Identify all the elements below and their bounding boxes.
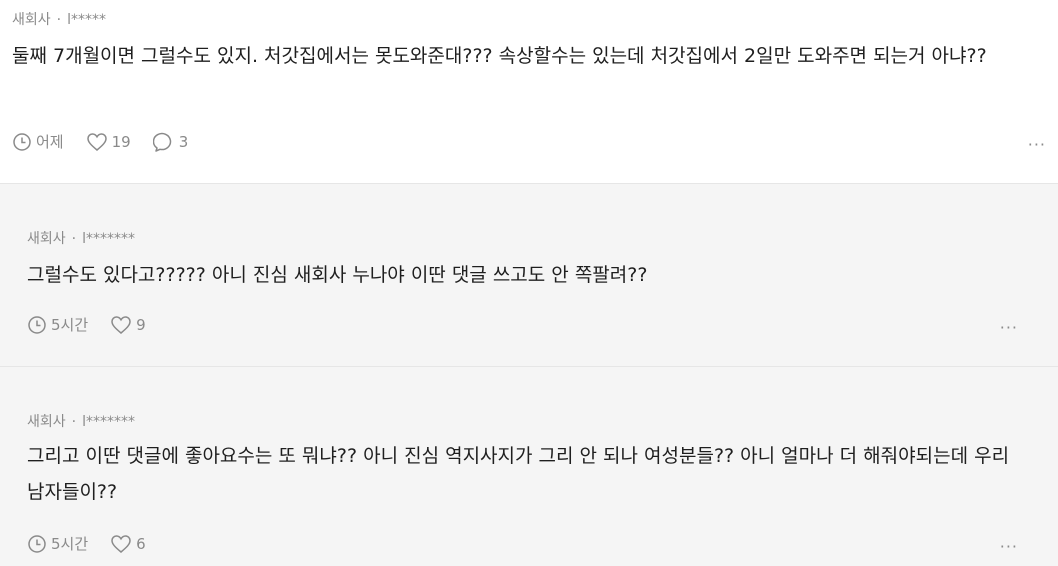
comment-text: 그럴수도 있다고????? 아니 진심 새회사 누나야 이딴 댓글 쓰고도 안 … bbox=[27, 264, 648, 286]
timestamp: 어제 bbox=[12, 131, 64, 152]
comment-item: 새회사 · l******* 그럴수도 있다고????? 아니 진심 새회사 누나야… bbox=[0, 183, 1058, 366]
reply-button[interactable]: 3 bbox=[152, 132, 189, 152]
like-button[interactable]: 19 bbox=[86, 132, 131, 152]
reply-count: 3 bbox=[178, 132, 189, 151]
time-label: 5시간 bbox=[51, 316, 89, 334]
like-button[interactable]: 6 bbox=[110, 534, 146, 554]
author-handle: l******* bbox=[82, 414, 135, 430]
comment-text: 둘째 7개월이면 그럴수도 있지. 처갓집에서는 못도와준대??? 속상할수는 … bbox=[12, 45, 987, 67]
comment-meta: 새회사 · l******* bbox=[27, 411, 135, 431]
comment-actions: 5시간 6 bbox=[27, 533, 168, 554]
author-handle: l***** bbox=[67, 12, 106, 28]
timestamp: 5시간 bbox=[27, 314, 88, 335]
more-options-button[interactable]: ··· bbox=[1000, 537, 1018, 556]
comment-actions: 5시간 9 bbox=[27, 314, 168, 335]
author-name[interactable]: 새회사 bbox=[27, 414, 66, 430]
heart-icon bbox=[111, 534, 131, 553]
author-name[interactable]: 새회사 bbox=[12, 12, 51, 28]
author-name[interactable]: 새회사 bbox=[27, 231, 66, 247]
clock-icon bbox=[13, 132, 31, 151]
time-label: 어제 bbox=[36, 133, 64, 151]
speech-bubble-icon bbox=[152, 132, 171, 152]
timestamp: 5시간 bbox=[27, 533, 88, 554]
meta-separator: · bbox=[71, 231, 77, 247]
clock-icon bbox=[28, 315, 46, 334]
comment-item: 새회사 · l***** 둘째 7개월이면 그럴수도 있지. 처갓집에서는 못도와준… bbox=[0, 0, 1058, 183]
heart-icon bbox=[111, 315, 131, 334]
more-options-button[interactable]: ··· bbox=[1000, 318, 1018, 337]
comment-meta: 새회사 · l******* bbox=[27, 228, 135, 248]
comment-meta: 새회사 · l***** bbox=[12, 9, 106, 29]
clock-icon bbox=[28, 534, 46, 553]
like-count: 19 bbox=[111, 132, 131, 151]
comment-text: 그리고 이딴 댓글에 좋아요수는 또 뭐냐?? 아니 진심 역지사지가 그리 안… bbox=[27, 445, 1016, 503]
time-label: 5시간 bbox=[51, 535, 89, 553]
more-options-button[interactable]: ··· bbox=[1028, 135, 1046, 154]
like-count: 9 bbox=[136, 315, 146, 334]
meta-separator: · bbox=[56, 12, 62, 28]
heart-icon bbox=[86, 132, 107, 151]
author-handle: l******* bbox=[82, 231, 135, 247]
comment-actions: 어제 19 3 bbox=[12, 131, 210, 152]
meta-separator: · bbox=[71, 414, 77, 430]
comment-item: 새회사 · l******* 그리고 이딴 댓글에 좋아요수는 또 뭐냐?? 아니 … bbox=[0, 366, 1058, 566]
like-count: 6 bbox=[136, 534, 146, 553]
like-button[interactable]: 9 bbox=[110, 315, 146, 335]
